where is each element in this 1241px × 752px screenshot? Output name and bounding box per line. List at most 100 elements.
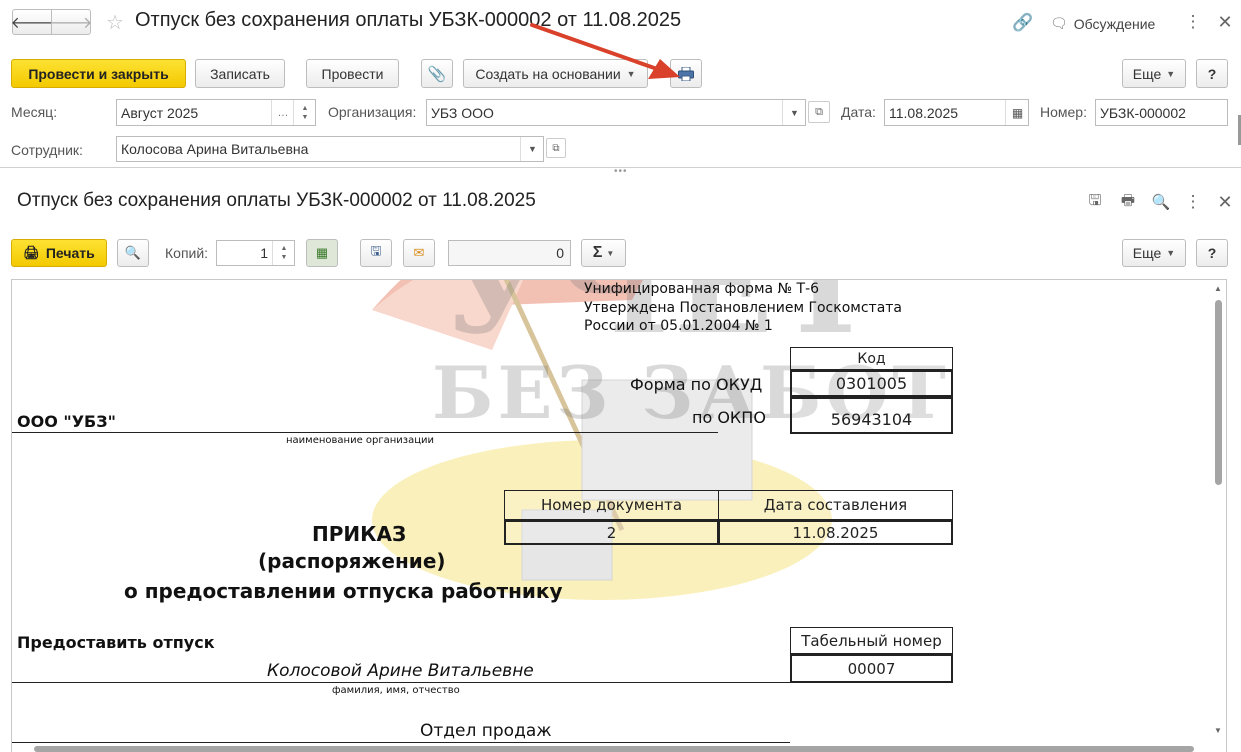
- paperclip-icon: 📎: [427, 65, 447, 83]
- print-panel-title: Отпуск без сохранения оплаты УБЗК-000002…: [17, 190, 536, 211]
- month-label: Месяц:: [11, 104, 58, 120]
- stepper-up-icon: ▲: [301, 104, 309, 112]
- tab-number-header-cell: Табельный номер: [790, 627, 953, 654]
- envelope-icon: ✉: [413, 245, 425, 260]
- date-label: Дата:: [841, 104, 876, 120]
- vertical-scrollbar[interactable]: ▲ ▼: [1212, 282, 1225, 742]
- employee-field[interactable]: Колосова Арина Витальевна: [116, 136, 544, 162]
- chat-icon: 🗨: [1050, 15, 1068, 31]
- employee-dropdown-button[interactable]: ▼: [520, 137, 544, 161]
- org-field[interactable]: УБЗ ООО: [426, 99, 806, 126]
- doc-date-value-cell: 11.08.2025: [718, 520, 953, 545]
- grant-leave-label: Предоставить отпуск: [17, 633, 215, 652]
- org-value: УБЗ ООО: [431, 104, 494, 121]
- help-button[interactable]: ?: [1196, 239, 1228, 267]
- copies-label: Копий:: [165, 245, 209, 261]
- employee-name: Колосовой Арине Витальевне: [267, 661, 534, 681]
- doc-number-value-cell: 2: [504, 520, 719, 545]
- org-name: ООО "УБЗ": [17, 412, 116, 431]
- horizontal-scroll-thumb[interactable]: [34, 746, 1194, 752]
- org-open-icon[interactable]: ⧉: [808, 101, 830, 123]
- doc-date-header-cell: Дата составления: [718, 490, 953, 520]
- number-label: Номер:: [1040, 104, 1087, 120]
- okpo-value-cell: 56943104: [790, 397, 953, 434]
- save-button[interactable]: Записать: [195, 59, 285, 88]
- org-dropdown-button[interactable]: ▼: [782, 100, 806, 125]
- fio-caption: фамилия, имя, отчество: [332, 685, 460, 696]
- attach-button[interactable]: 📎: [421, 59, 453, 88]
- month-stepper[interactable]: ▲ ▼: [293, 100, 316, 125]
- department-name: Отдел продаж: [420, 721, 552, 741]
- close-icon[interactable]: ✕: [1215, 191, 1235, 213]
- sum-mode-button[interactable]: Σ ▼: [581, 239, 626, 267]
- help-button[interactable]: ?: [1196, 59, 1228, 88]
- tab-number-value-cell: 00007: [790, 654, 953, 683]
- scroll-up-icon[interactable]: ▲: [1214, 284, 1222, 293]
- preview-button[interactable]: 🔍: [117, 239, 149, 267]
- magnifier-icon: 🔍: [124, 245, 142, 260]
- department-underline: [12, 742, 790, 743]
- arrow-right-icon: 🡒: [49, 14, 93, 32]
- spreadsheet-document[interactable]: УЧЕТ БЕЗ ЗАБОТ Унифицированная форма № Т…: [11, 279, 1227, 752]
- post-and-close-button[interactable]: Провести и закрыть: [11, 59, 186, 88]
- calendar-icon[interactable]: ▦: [1005, 100, 1029, 125]
- vertical-scroll-thumb[interactable]: [1215, 300, 1222, 485]
- printer-icon: 🖨: [23, 245, 40, 260]
- dropdown-caret-icon: ▼: [1166, 68, 1176, 79]
- form-line-3: России от 05.01.2004 № 1: [584, 318, 773, 334]
- employee-underline: [12, 682, 790, 683]
- more-label: Еще: [1132, 245, 1162, 261]
- employee-label: Сотрудник:: [11, 142, 83, 158]
- org-caption: наименование организации: [286, 435, 435, 446]
- discussion-label: Обсуждение: [1073, 15, 1156, 32]
- save-to-file-button[interactable]: 🖫: [360, 239, 392, 267]
- okud-label: Форма по ОКУД: [630, 375, 763, 394]
- code-header-cell: Код: [790, 347, 953, 370]
- kebab-menu-icon[interactable]: ⋮: [1184, 12, 1202, 32]
- order-purpose: о предоставлении отпуска работнику: [124, 579, 563, 603]
- printer-icon[interactable]: 🖶: [1117, 192, 1139, 212]
- number-field[interactable]: УБЗК-000002: [1095, 99, 1228, 126]
- post-button[interactable]: Провести: [306, 59, 399, 88]
- kebab-menu-icon[interactable]: ⋮: [1184, 192, 1202, 212]
- okud-value-cell: 0301005: [790, 370, 953, 397]
- send-email-button[interactable]: ✉: [403, 239, 435, 267]
- horizontal-scrollbar[interactable]: [12, 744, 1212, 752]
- star-icon[interactable]: ☆: [102, 9, 128, 35]
- more-button[interactable]: Еще ▼: [1122, 239, 1186, 267]
- save-file-icon[interactable]: 🖫: [1084, 192, 1106, 212]
- sum-field: 0: [448, 240, 571, 266]
- forward-button[interactable]: 🡒: [49, 9, 93, 35]
- dropdown-caret-icon: ▼: [1166, 248, 1176, 258]
- order-title: ПРИКАЗ: [312, 522, 407, 546]
- floppy-icon: 🖫: [370, 243, 382, 258]
- scroll-down-icon[interactable]: ▼: [1214, 726, 1222, 735]
- back-button[interactable]: 🡐: [10, 9, 54, 35]
- print-label: Печать: [45, 245, 95, 261]
- month-select-button[interactable]: …: [271, 100, 294, 125]
- discussion-button[interactable]: 🗨 Обсуждение: [1050, 15, 1155, 32]
- dropdown-caret-icon: ▼: [606, 248, 615, 258]
- order-subtitle: (распоряжение): [258, 549, 446, 573]
- form-line-1: Унифицированная форма № Т-6: [584, 281, 820, 297]
- stepper-down-icon: ▼: [280, 254, 288, 261]
- okpo-label: по ОКПО: [692, 408, 766, 427]
- more-button[interactable]: Еще ▼: [1122, 59, 1186, 88]
- copies-value: 1: [260, 245, 268, 261]
- form-line-2: Утверждена Постановлением Госкомстата: [584, 300, 903, 316]
- link-icon[interactable]: 🔗: [1012, 12, 1034, 34]
- table-edit-icon: ▦: [315, 245, 329, 260]
- splitter-grip-icon: •••: [614, 166, 628, 177]
- sum-value: 0: [556, 245, 564, 261]
- more-label: Еще: [1132, 65, 1162, 82]
- copies-stepper[interactable]: ▲ ▼: [272, 241, 295, 265]
- preview-icon[interactable]: 🔍: [1150, 192, 1172, 212]
- employee-open-icon[interactable]: ⧉: [546, 138, 566, 158]
- sigma-icon: Σ: [592, 244, 603, 261]
- close-icon[interactable]: ✕: [1215, 11, 1235, 33]
- edit-mode-button[interactable]: ▦: [306, 239, 338, 267]
- org-label: Организация:: [328, 104, 417, 120]
- print-document-button[interactable]: 🖨 Печать: [11, 239, 107, 267]
- arrow-left-icon: 🡐: [10, 14, 54, 32]
- employee-value: Колосова Арина Витальевна: [121, 141, 309, 157]
